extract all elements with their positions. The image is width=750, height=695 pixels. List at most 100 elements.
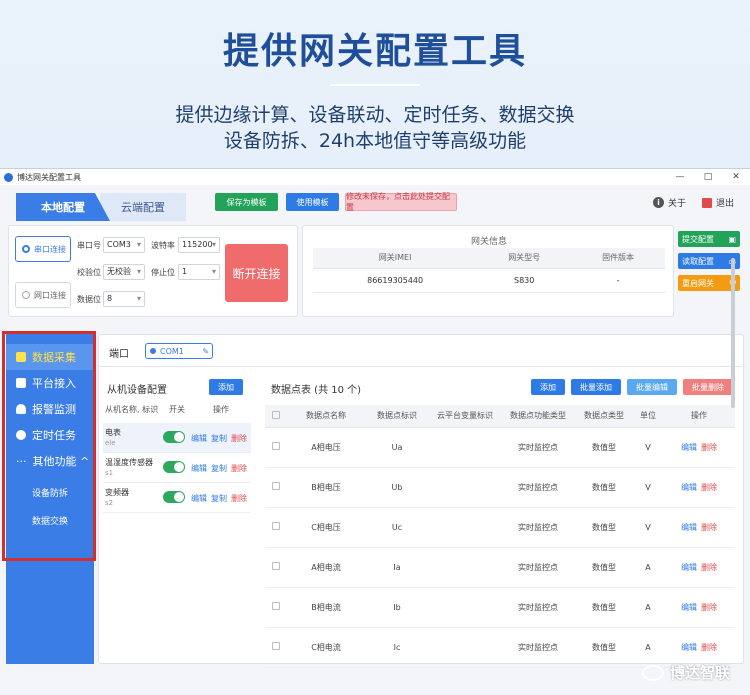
cell: 实时监控点 xyxy=(501,427,575,468)
edit-link[interactable]: 编辑 xyxy=(681,563,697,572)
column-header: 单位 xyxy=(633,405,663,428)
row-checkbox[interactable] xyxy=(265,467,287,508)
gateway-imei-value: 86619305440 xyxy=(313,268,478,293)
maximize-icon[interactable]: □ xyxy=(694,172,722,182)
column-header: 数据点名称 xyxy=(287,405,365,428)
table-row[interactable]: A相电流 Ia 实时监控点 数值型 A 编辑 删除 xyxy=(265,547,735,588)
cell: C相电压 xyxy=(287,507,365,548)
port-chip-com1[interactable]: COM1 ✎ xyxy=(145,343,213,359)
column-header: 操作 xyxy=(663,405,735,428)
connection-panel: 串口连接 网口连接 串口号 COM3 波特率 115200 校验位 无校验 停止… xyxy=(8,225,298,317)
data-points-table: 数据点名称 数据点标识 云平台变量标识 数据点功能类型 数据点类型 单位 操作 … xyxy=(265,405,735,668)
delete-link[interactable]: 删除 xyxy=(701,643,717,652)
baud-select[interactable]: 115200 xyxy=(178,237,220,253)
edit-link[interactable]: 编辑 xyxy=(191,433,207,444)
row-checkbox[interactable] xyxy=(265,587,287,628)
delete-link[interactable]: 删除 xyxy=(701,523,717,532)
brand-watermark: 博达智联 xyxy=(641,662,730,683)
enable-toggle[interactable] xyxy=(163,461,185,473)
table-row[interactable]: B相电流 Ib 实时监控点 数值型 A 编辑 删除 xyxy=(265,587,735,628)
network-connect-radio[interactable]: 网口连接 xyxy=(15,282,71,308)
radio-icon xyxy=(22,291,30,299)
use-template-button[interactable]: 使用模板 xyxy=(286,193,339,211)
copy-link[interactable]: 复制 xyxy=(211,433,227,444)
table-row[interactable]: C相电压 Uc 实时监控点 数值型 V 编辑 删除 xyxy=(265,507,735,548)
edit-link[interactable]: 编辑 xyxy=(681,523,697,532)
stopbit-select[interactable]: 1 xyxy=(178,264,220,280)
row-checkbox[interactable] xyxy=(265,547,287,588)
highlight-frame xyxy=(2,331,96,561)
table-row[interactable]: B相电压 Ub 实时监控点 数值型 V 编辑 删除 xyxy=(265,467,735,508)
parity-select[interactable]: 无校验 xyxy=(103,264,145,280)
top-toolbar: 云端配置 本地配置 保存为模板 使用模板 修改未保存，点击此处提交配置 i 关于… xyxy=(0,185,750,225)
edit-link[interactable]: 编辑 xyxy=(191,493,207,504)
enable-toggle[interactable] xyxy=(163,431,185,443)
edit-link[interactable]: 编辑 xyxy=(191,463,207,474)
cell xyxy=(429,467,501,508)
hero-title: 提供网关配置工具 xyxy=(222,31,527,72)
row-actions: 编辑 删除 xyxy=(663,547,735,588)
databit-label: 数据位 xyxy=(77,295,101,304)
edit-link[interactable]: 编辑 xyxy=(681,643,697,652)
edit-icon[interactable]: ✎ xyxy=(202,347,209,356)
batch-delete-button[interactable]: 批量删除 xyxy=(683,379,733,395)
slave-name: 电表 xyxy=(105,428,121,437)
submit-config-button[interactable]: 提交配置 ▣ xyxy=(678,231,740,247)
add-slave-button[interactable]: 添加 xyxy=(209,379,243,395)
wechat-icon xyxy=(641,664,664,681)
row-checkbox[interactable] xyxy=(265,627,287,668)
cell: A xyxy=(633,587,663,628)
delete-link[interactable]: 删除 xyxy=(701,563,717,572)
edit-link[interactable]: 编辑 xyxy=(681,443,697,452)
table-scrollbar[interactable] xyxy=(730,258,736,478)
add-point-button[interactable]: 添加 xyxy=(531,379,565,395)
copy-link[interactable]: 复制 xyxy=(211,493,227,504)
delete-link[interactable]: 删除 xyxy=(701,603,717,612)
delete-link[interactable]: 删除 xyxy=(231,433,247,444)
table-row[interactable]: A相电压 Ua 实时监控点 数值型 V 编辑 删除 xyxy=(265,427,735,468)
tab-local-config[interactable]: 本地配置 xyxy=(16,193,110,221)
app-logo-icon xyxy=(4,172,13,182)
delete-link[interactable]: 删除 xyxy=(231,463,247,474)
delete-link[interactable]: 删除 xyxy=(701,443,717,452)
disconnect-button[interactable]: 断开连接 xyxy=(225,244,288,302)
cell: A xyxy=(633,627,663,668)
row-actions: 编辑 删除 xyxy=(663,467,735,508)
delete-link[interactable]: 删除 xyxy=(701,483,717,492)
minimize-icon[interactable]: — xyxy=(666,172,694,182)
cell: 数值型 xyxy=(575,507,633,548)
delete-link[interactable]: 删除 xyxy=(231,493,247,504)
databit-select[interactable]: 8 xyxy=(103,291,145,307)
cell: Ub xyxy=(365,467,429,508)
close-icon[interactable]: ✕ xyxy=(722,172,750,182)
list-item[interactable]: 变频器 s2 编辑 复制 删除 xyxy=(103,483,251,513)
batch-edit-button[interactable]: 批量编辑 xyxy=(627,379,677,395)
select-all-checkbox[interactable] xyxy=(265,405,287,428)
cell: V xyxy=(633,507,663,548)
title-bar: 博达网关配置工具 — □ ✕ xyxy=(0,169,750,185)
copy-link[interactable]: 复制 xyxy=(211,463,227,474)
slave-name: 温湿度传感器 xyxy=(105,458,153,467)
row-checkbox[interactable] xyxy=(265,427,287,468)
list-item[interactable]: 电表 ele 编辑 复制 删除 xyxy=(103,423,251,453)
gateway-header-firmware: 固件版本 xyxy=(571,248,665,269)
tab-cloud-config[interactable]: 云端配置 xyxy=(100,193,186,221)
batch-add-button[interactable]: 批量添加 xyxy=(571,379,621,395)
gateway-info-panel: 网关信息 网关IMEI 网关型号 固件版本 86619305440 S830 - xyxy=(302,225,674,317)
edit-link[interactable]: 编辑 xyxy=(681,603,697,612)
edit-link[interactable]: 编辑 xyxy=(681,483,697,492)
table-row[interactable]: C相电流 Ic 实时监控点 数值型 A 编辑 删除 xyxy=(265,627,735,668)
enable-toggle[interactable] xyxy=(163,491,185,503)
hero-subtitle-2: 设备防拆、24h本地值守等高级功能 xyxy=(223,130,527,152)
serial-connect-radio[interactable]: 串口连接 xyxy=(15,236,71,262)
port-select[interactable]: COM3 xyxy=(103,237,145,253)
list-item[interactable]: 温湿度传感器 s1 编辑 复制 删除 xyxy=(103,453,251,483)
about-button[interactable]: i 关于 xyxy=(652,196,686,209)
slave-head-switch: 开关 xyxy=(169,405,185,414)
save-template-button[interactable]: 保存为模板 xyxy=(215,193,278,211)
exit-button[interactable]: 退出 xyxy=(701,196,734,209)
unsaved-notice-button[interactable]: 修改未保存，点击此处提交配置 xyxy=(345,192,457,212)
row-checkbox[interactable] xyxy=(265,507,287,548)
exit-label: 退出 xyxy=(715,199,734,209)
cell: Uc xyxy=(365,507,429,548)
